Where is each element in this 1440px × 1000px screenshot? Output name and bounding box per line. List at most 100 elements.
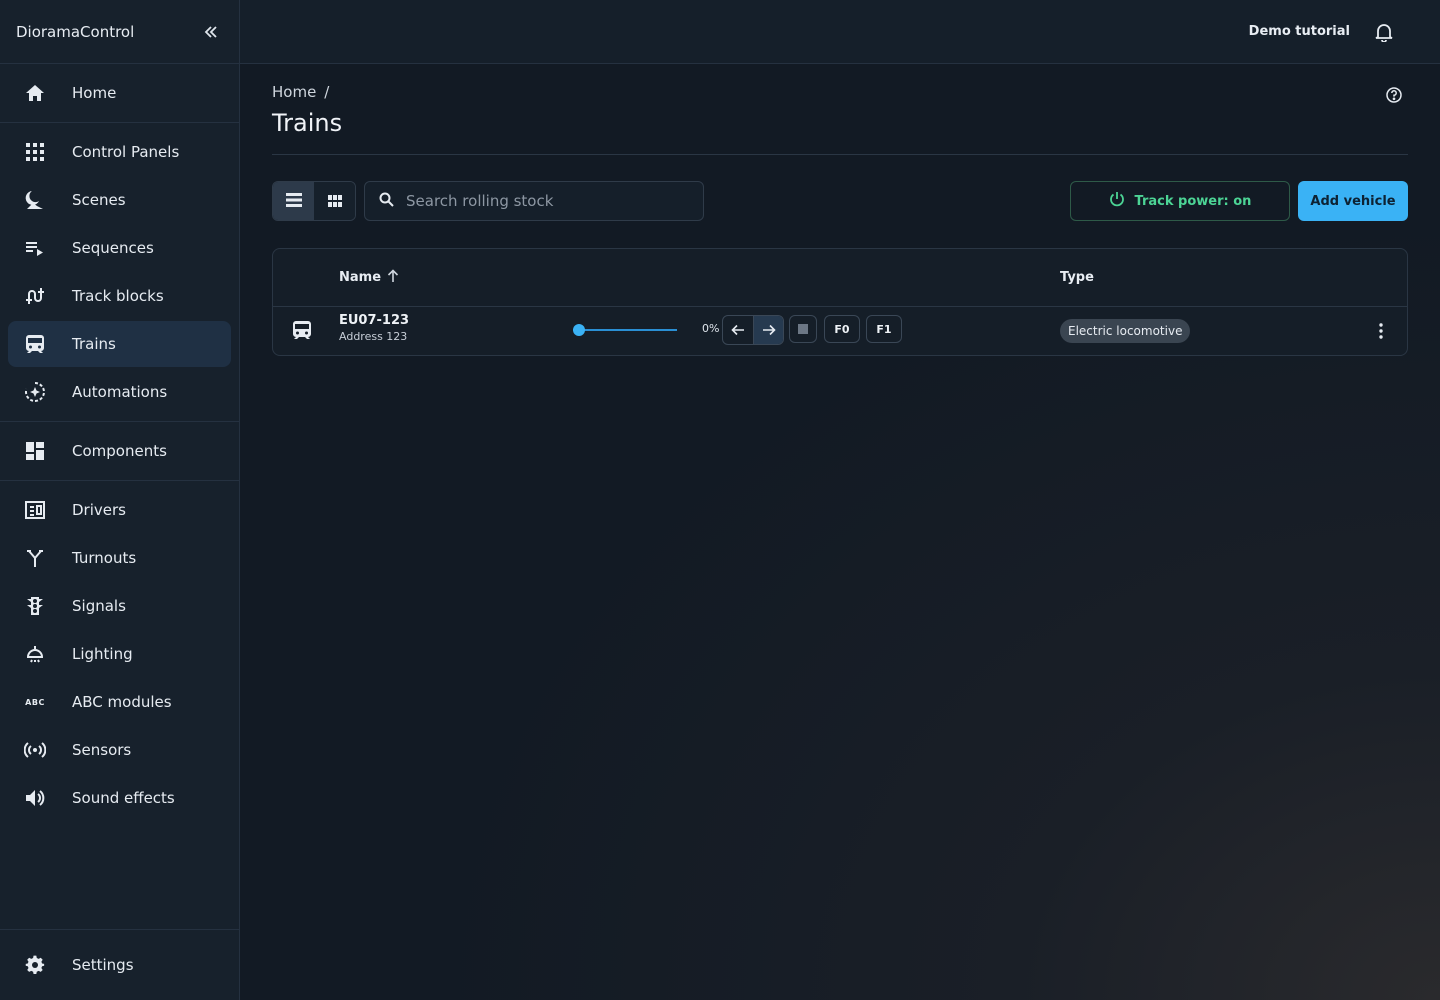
toolbar: Track power: on Add vehicle	[272, 181, 1408, 221]
grid-icon	[327, 192, 342, 211]
sidebar-item-label: Control Panels	[72, 143, 180, 161]
sidebar-item-automations[interactable]: Automations	[8, 369, 231, 415]
breadcrumb-home-link[interactable]: Home	[272, 83, 316, 101]
playlist-play-icon	[24, 237, 46, 259]
drivers-icon	[24, 499, 46, 521]
sidebar-item-label: Lighting	[72, 645, 133, 663]
automation-icon	[24, 381, 46, 403]
sort-ascending-icon	[387, 268, 399, 287]
sidebar-item-label: Automations	[72, 383, 168, 401]
stop-button[interactable]	[789, 315, 817, 343]
list-icon	[285, 192, 302, 211]
vehicle-name: EU07-123	[339, 313, 410, 328]
sidebar-item-track-blocks[interactable]: Track blocks	[8, 273, 231, 319]
sidebar-item-control-panels[interactable]: Control Panels	[8, 129, 231, 175]
trains-table: Name Type EU07-123 Address 123 0% F0 F1 …	[272, 248, 1408, 356]
add-vehicle-button[interactable]: Add vehicle	[1298, 181, 1408, 221]
sidebar-item-trains[interactable]: Trains	[8, 321, 231, 367]
speed-percentage: 0%	[702, 322, 720, 335]
more-options-icon[interactable]	[1369, 319, 1393, 343]
view-toggle	[272, 181, 356, 221]
help-icon[interactable]	[1384, 85, 1404, 105]
vehicle-address: Address 123	[339, 330, 408, 343]
dashboard-icon	[24, 440, 46, 462]
forward-button[interactable]	[753, 316, 783, 344]
sidebar-item-label: Components	[72, 442, 167, 460]
sidebar-item-turnouts[interactable]: Turnouts	[8, 535, 231, 581]
sidebar-item-lighting[interactable]: Lighting	[8, 631, 231, 677]
sidebar-item-sensors[interactable]: Sensors	[8, 727, 231, 773]
sidebar-item-sequences[interactable]: Sequences	[8, 225, 231, 271]
sensor-icon	[24, 739, 46, 761]
sidebar-item-label: Sensors	[72, 741, 132, 759]
arrow-right-icon	[762, 321, 776, 340]
reverse-button[interactable]	[723, 316, 753, 344]
nav-group-home: Home	[0, 64, 239, 123]
moon-landscape-icon	[24, 189, 46, 211]
traffic-light-icon	[24, 595, 46, 617]
list-view-button[interactable]	[273, 182, 314, 220]
track-power-label: Track power: on	[1134, 193, 1252, 209]
track-power-button[interactable]: Track power: on	[1070, 181, 1290, 221]
sidebar-item-label: ABC modules	[72, 693, 172, 711]
speed-slider-handle[interactable]	[573, 324, 585, 336]
track-icon	[24, 285, 46, 307]
sidebar-item-scenes[interactable]: Scenes	[8, 177, 231, 223]
sidebar-item-sound-effects[interactable]: Sound effects	[8, 775, 231, 821]
app-name: DioramaControl	[16, 22, 135, 41]
top-bar: Demo tutorial	[240, 0, 1440, 64]
search-input[interactable]	[406, 192, 686, 210]
sidebar-item-label: Sound effects	[72, 789, 175, 807]
home-icon	[24, 82, 46, 104]
sidebar-item-label: Sequences	[72, 239, 154, 257]
abc-icon: ABC	[25, 697, 45, 707]
nav-group-components: Components	[0, 422, 239, 481]
lamp-icon	[24, 643, 46, 665]
user-name[interactable]: Demo tutorial	[1249, 24, 1350, 39]
table-header: Name Type	[273, 249, 1407, 307]
sidebar-item-drivers[interactable]: Drivers	[8, 487, 231, 533]
search-box	[364, 181, 704, 221]
vehicle-type-chip: Electric locomotive	[1060, 319, 1191, 343]
search-icon	[379, 192, 394, 211]
sidebar-item-signals[interactable]: Signals	[8, 583, 231, 629]
main-content: Home / Trains Search rolling stock Track…	[240, 65, 1440, 1000]
sidebar-item-label: Track blocks	[72, 287, 164, 305]
grid-icon	[24, 141, 46, 163]
sidebar-item-label: Turnouts	[72, 549, 137, 567]
sidebar-item-label: Settings	[72, 956, 134, 974]
sidebar-item-home[interactable]: Home	[8, 70, 231, 116]
sidebar-item-label: Home	[72, 84, 117, 102]
arrow-left-icon	[731, 321, 745, 340]
sidebar-header: DioramaControl	[0, 0, 239, 64]
page-header: Home / Trains	[272, 65, 1408, 155]
sidebar: DioramaControl Home Control Panels Scene…	[0, 0, 240, 1000]
train-icon	[24, 333, 46, 355]
table-row[interactable]: EU07-123 Address 123 0% F0 F1 Electric l…	[273, 307, 1407, 355]
name-column-header[interactable]: Name	[339, 268, 399, 287]
direction-toggle	[722, 315, 784, 345]
type-column-header[interactable]: Type	[1060, 270, 1094, 285]
sidebar-item-label: Scenes	[72, 191, 126, 209]
grid-view-button[interactable]	[314, 182, 355, 220]
function-f0-button[interactable]: F0	[824, 315, 860, 343]
name-column-label: Name	[339, 270, 382, 285]
sidebar-item-components[interactable]: Components	[8, 428, 231, 474]
function-f1-button[interactable]: F1	[866, 315, 902, 343]
sidebar-item-label: Signals	[72, 597, 126, 615]
sidebar-footer: Settings	[0, 929, 239, 1000]
turnout-icon	[24, 547, 46, 569]
bell-icon[interactable]	[1372, 20, 1396, 44]
nav-group-devices: Drivers Turnouts Signals Lighting ABC AB…	[0, 481, 239, 827]
sidebar-item-label: Drivers	[72, 501, 126, 519]
sidebar-item-settings[interactable]: Settings	[8, 942, 231, 988]
collapse-sidebar-icon[interactable]	[199, 20, 223, 44]
nav-group-main: Control Panels Scenes Sequences Track bl…	[0, 123, 239, 422]
breadcrumb: Home /	[272, 83, 1408, 101]
vehicle-name-cell: EU07-123 Address 123	[339, 313, 409, 343]
stop-icon	[798, 324, 808, 334]
breadcrumb-separator: /	[324, 83, 330, 101]
page-title: Trains	[272, 109, 343, 137]
sidebar-item-abc-modules[interactable]: ABC ABC modules	[8, 679, 231, 725]
speed-slider[interactable]	[573, 324, 677, 336]
